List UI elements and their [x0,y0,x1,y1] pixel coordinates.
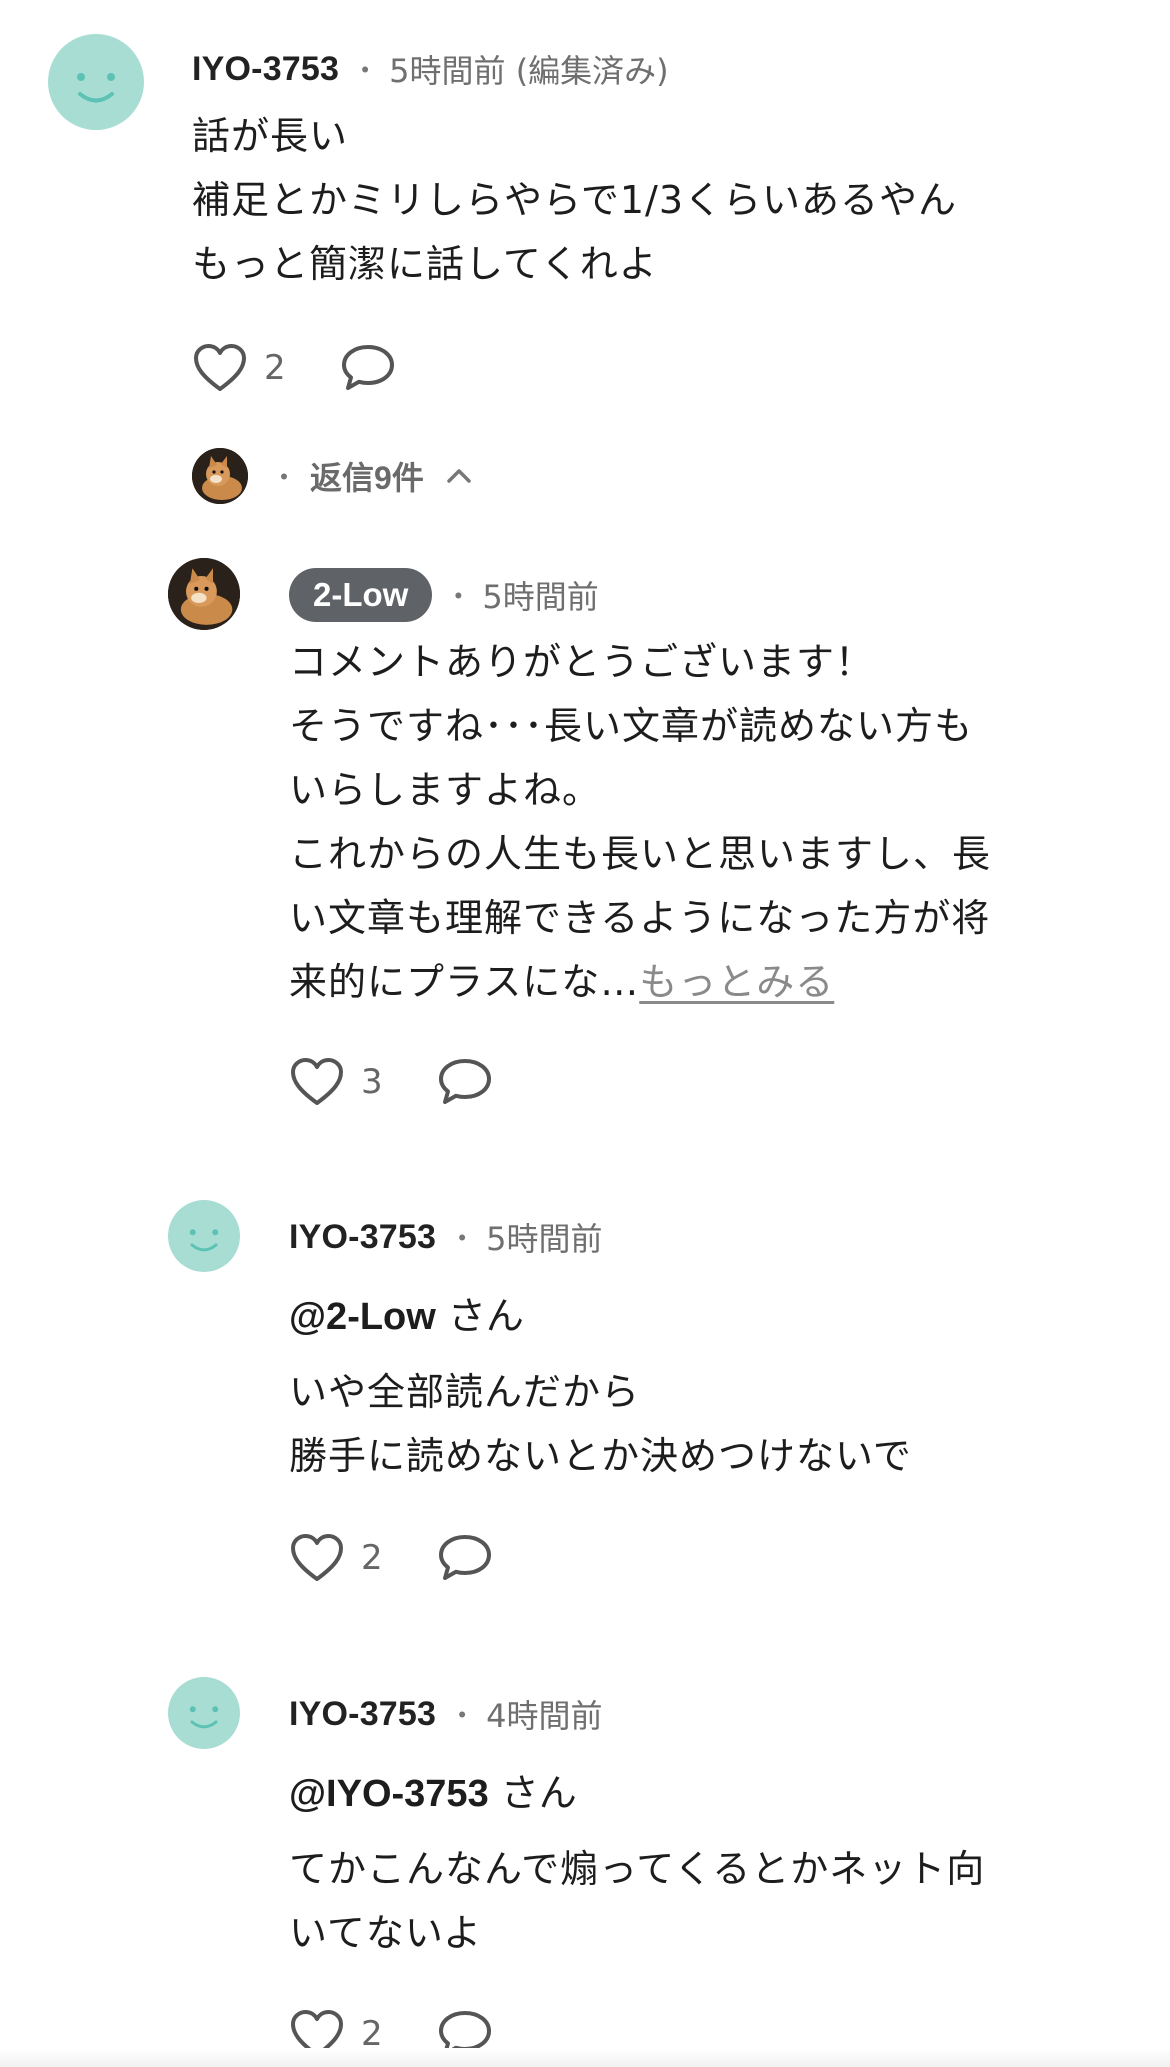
reply-body: いや全部読んだから 勝手に読めないとか決めつけないで [289,1370,912,1478]
mention-line: @IYO-3753 さん [289,1767,577,1819]
comment-meta: IYO-3753 ・ 5時間前 (編集済み) [192,44,669,94]
mention-link[interactable]: @IYO-3753 [289,1773,489,1815]
heart-icon[interactable] [289,1056,345,1108]
separator: ・ [448,1222,477,1255]
timestamp: 4時間前 [486,1697,603,1735]
author-badge[interactable]: 2-Low [289,568,433,622]
timestamp: 5時間前 (編集済み) [389,52,669,90]
mention-link[interactable]: @2-Low [289,1296,436,1338]
separator-dot: ・ [270,461,299,494]
reply-icon[interactable] [437,1532,493,1584]
reply-text: コメントありがとうございます！ そうですね･･･長い文章が読めない方も いらしま… [289,640,992,1004]
like-count: 3 [361,1062,383,1102]
like-count: 2 [361,1538,383,1578]
reply-icon[interactable] [340,342,396,394]
read-more-link[interactable]: もっとみる [639,960,834,1004]
reply-body: コメントありがとうございます！ そうですね･･･長い文章が読めない方も いらしま… [289,630,1109,1014]
heart-icon[interactable] [289,1532,345,1584]
like-count: 2 [264,348,286,388]
shiba-dog-avatar-icon [192,448,248,504]
smiley-avatar-icon[interactable] [48,34,144,130]
comment-body: 話が長い 補足とかミリしらやらで1/3くらいあるやん もっと簡潔に話してくれよ [192,114,958,286]
reply-actions: 2 [289,1528,493,1588]
comment-actions: 2 [192,338,396,398]
replies-count-label: 返信9件 [310,460,424,496]
smiley-avatar-icon[interactable] [168,1677,240,1749]
chevron-up-icon [446,467,472,485]
mention-line: @2-Low さん [289,1290,524,1342]
reply-meta: IYO-3753 ・ 4時間前 [289,1689,603,1739]
separator: ・ [444,580,473,613]
timestamp: 5時間前 [482,578,599,616]
separator: ・ [448,1699,477,1732]
shiba-dog-avatar-icon[interactable] [168,558,240,630]
timestamp: 5時間前 [486,1220,603,1258]
mention-suffix: さん [488,1771,577,1815]
reply-body: てかこんなんで煽ってくるとかネット向 いてないよ [289,1847,986,1955]
heart-icon[interactable] [192,342,248,394]
username[interactable]: IYO-3753 [192,50,339,89]
username[interactable]: IYO-3753 [289,1695,436,1734]
mention-suffix: さん [435,1294,524,1338]
replies-toggle[interactable]: ・ 返信9件 [192,448,472,504]
reply-meta: IYO-3753 ・ 5時間前 [289,1212,603,1262]
separator: ・ [351,54,380,87]
bottom-fade [0,2048,1170,2067]
comment: IYO-3753 ・ 5時間前 (編集済み) 話が長い 補足とかミリしらやらで1… [0,0,1170,430]
reply-icon[interactable] [437,1056,493,1108]
reply-meta: 2-Low ・ 5時間前 [289,568,599,622]
reply-actions: 3 [289,1052,493,1112]
username[interactable]: IYO-3753 [289,1218,436,1257]
smiley-avatar-icon[interactable] [168,1200,240,1272]
